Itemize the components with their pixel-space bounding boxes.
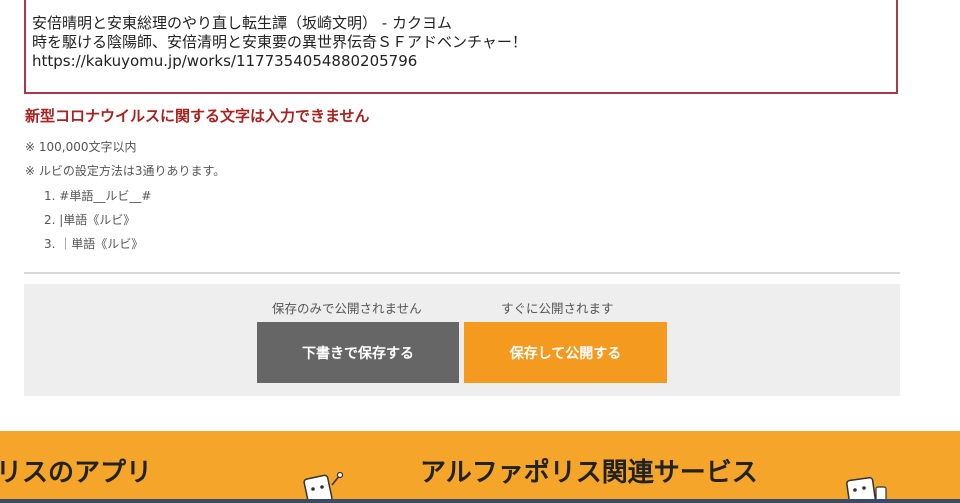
action-panel: 保存のみで公開されません すぐに公開されます 下書きで保存する 保存して公開する	[24, 284, 900, 396]
ruby-rule-item: 2. |単語《ルビ》	[44, 213, 136, 227]
save-draft-button[interactable]: 下書きで保存する	[257, 322, 459, 383]
textarea-line: https://kakuyomu.jp/works/11773540548802…	[32, 52, 418, 70]
textarea-line: 安倍晴明と安東総理のやり直し転生譚（坂崎文明） - カクヨム	[32, 14, 452, 32]
footer-band: リスのアプリ アルファポリス関連サービス	[0, 431, 960, 503]
ruby-rule-item: 1. #単語__ルビ__#	[44, 189, 152, 203]
footer-bottom-line	[0, 499, 960, 503]
publish-hint: すぐに公開されます	[501, 301, 614, 316]
ruby-intro-note: ※ ルビの設定方法は3通りあります。	[25, 164, 226, 178]
body-textarea[interactable]: 安倍晴明と安東総理のやり直し転生譚（坂崎文明） - カクヨム 時を駆ける陰陽師、…	[24, 0, 898, 94]
divider	[24, 272, 900, 274]
app-heading: リスのアプリ	[0, 458, 153, 488]
ruby-rule-item: 3. ｜単語《ルビ》	[44, 237, 144, 251]
draft-hint: 保存のみで公開されません	[272, 301, 422, 316]
error-message: 新型コロナウイルスに関する文字は入力できません	[25, 107, 370, 125]
textarea-line: 時を駆ける陰陽師、安倍清明と安東要の異世界伝奇ＳＦアドベンチャー！	[32, 33, 527, 51]
char-limit-note: ※ 100,000文字以内	[25, 140, 137, 154]
save-publish-button[interactable]: 保存して公開する	[464, 322, 667, 383]
services-heading: アルファポリス関連サービス	[420, 458, 758, 488]
